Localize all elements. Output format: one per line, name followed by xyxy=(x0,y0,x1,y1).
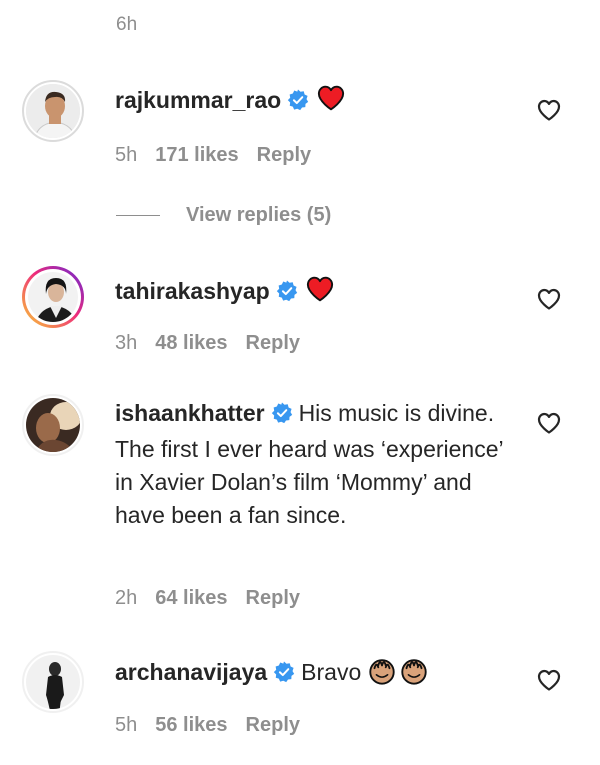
avatar-image xyxy=(26,84,80,138)
reply-button[interactable]: Reply xyxy=(246,332,300,354)
verified-badge-icon xyxy=(276,278,298,311)
comment-likes[interactable]: 64 likes xyxy=(155,587,227,609)
red-heart-emoji-icon xyxy=(306,276,334,311)
comment-body: ishaankhatter His music is divine. The fi… xyxy=(115,397,515,532)
comment-time: 3h xyxy=(115,332,138,354)
comment-meta: 3h 48 likes Reply xyxy=(115,332,318,355)
verified-badge-icon xyxy=(271,400,293,433)
avatar[interactable] xyxy=(22,651,84,713)
comment-time: 2h xyxy=(115,587,138,609)
avatar-image xyxy=(26,398,80,452)
comment-username[interactable]: tahirakashyap xyxy=(115,278,270,304)
reply-button[interactable]: Reply xyxy=(246,714,300,736)
comment-body: rajkummar_rao xyxy=(115,84,515,120)
clapping-hands-emoji-icon xyxy=(399,656,429,695)
like-heart-icon[interactable] xyxy=(537,412,561,434)
comment-likes[interactable]: 48 likes xyxy=(155,332,227,354)
avatar[interactable] xyxy=(22,394,84,456)
reply-button[interactable]: Reply xyxy=(257,144,311,166)
comment-text: Bravo xyxy=(301,659,362,685)
like-heart-icon[interactable] xyxy=(537,99,561,121)
avatar-image xyxy=(28,272,78,322)
comment-likes[interactable]: 171 likes xyxy=(155,144,238,166)
comment-meta: 5h 56 likes Reply xyxy=(115,714,318,737)
replies-divider xyxy=(116,215,160,217)
clapping-hands-emoji-icon xyxy=(367,656,397,695)
comment-likes[interactable]: 56 likes xyxy=(155,714,227,736)
post-timestamp: 6h xyxy=(116,14,138,35)
view-replies-label: View replies (5) xyxy=(186,204,332,226)
verified-badge-icon xyxy=(287,87,309,120)
comment-meta: 2h 64 likes Reply xyxy=(115,587,318,610)
red-heart-emoji-icon xyxy=(317,85,345,120)
comment-time: 5h xyxy=(115,714,138,736)
comment-body: tahirakashyap xyxy=(115,275,515,311)
avatar-image xyxy=(26,655,80,709)
view-replies-button[interactable]: View replies (5) xyxy=(116,204,331,227)
avatar[interactable] xyxy=(22,266,84,328)
avatar[interactable] xyxy=(22,80,84,142)
like-heart-icon[interactable] xyxy=(537,288,561,310)
comment-username[interactable]: archanavijaya xyxy=(115,659,267,685)
comment-body: archanavijaya Bravo xyxy=(115,656,515,695)
comment-username[interactable]: rajkummar_rao xyxy=(115,87,281,113)
verified-badge-icon xyxy=(273,659,295,692)
like-heart-icon[interactable] xyxy=(537,669,561,691)
reply-button[interactable]: Reply xyxy=(246,587,300,609)
comment-meta: 5h 171 likes Reply xyxy=(115,144,329,167)
comment-username[interactable]: ishaankhatter xyxy=(115,400,265,426)
comment-time: 5h xyxy=(115,144,138,166)
